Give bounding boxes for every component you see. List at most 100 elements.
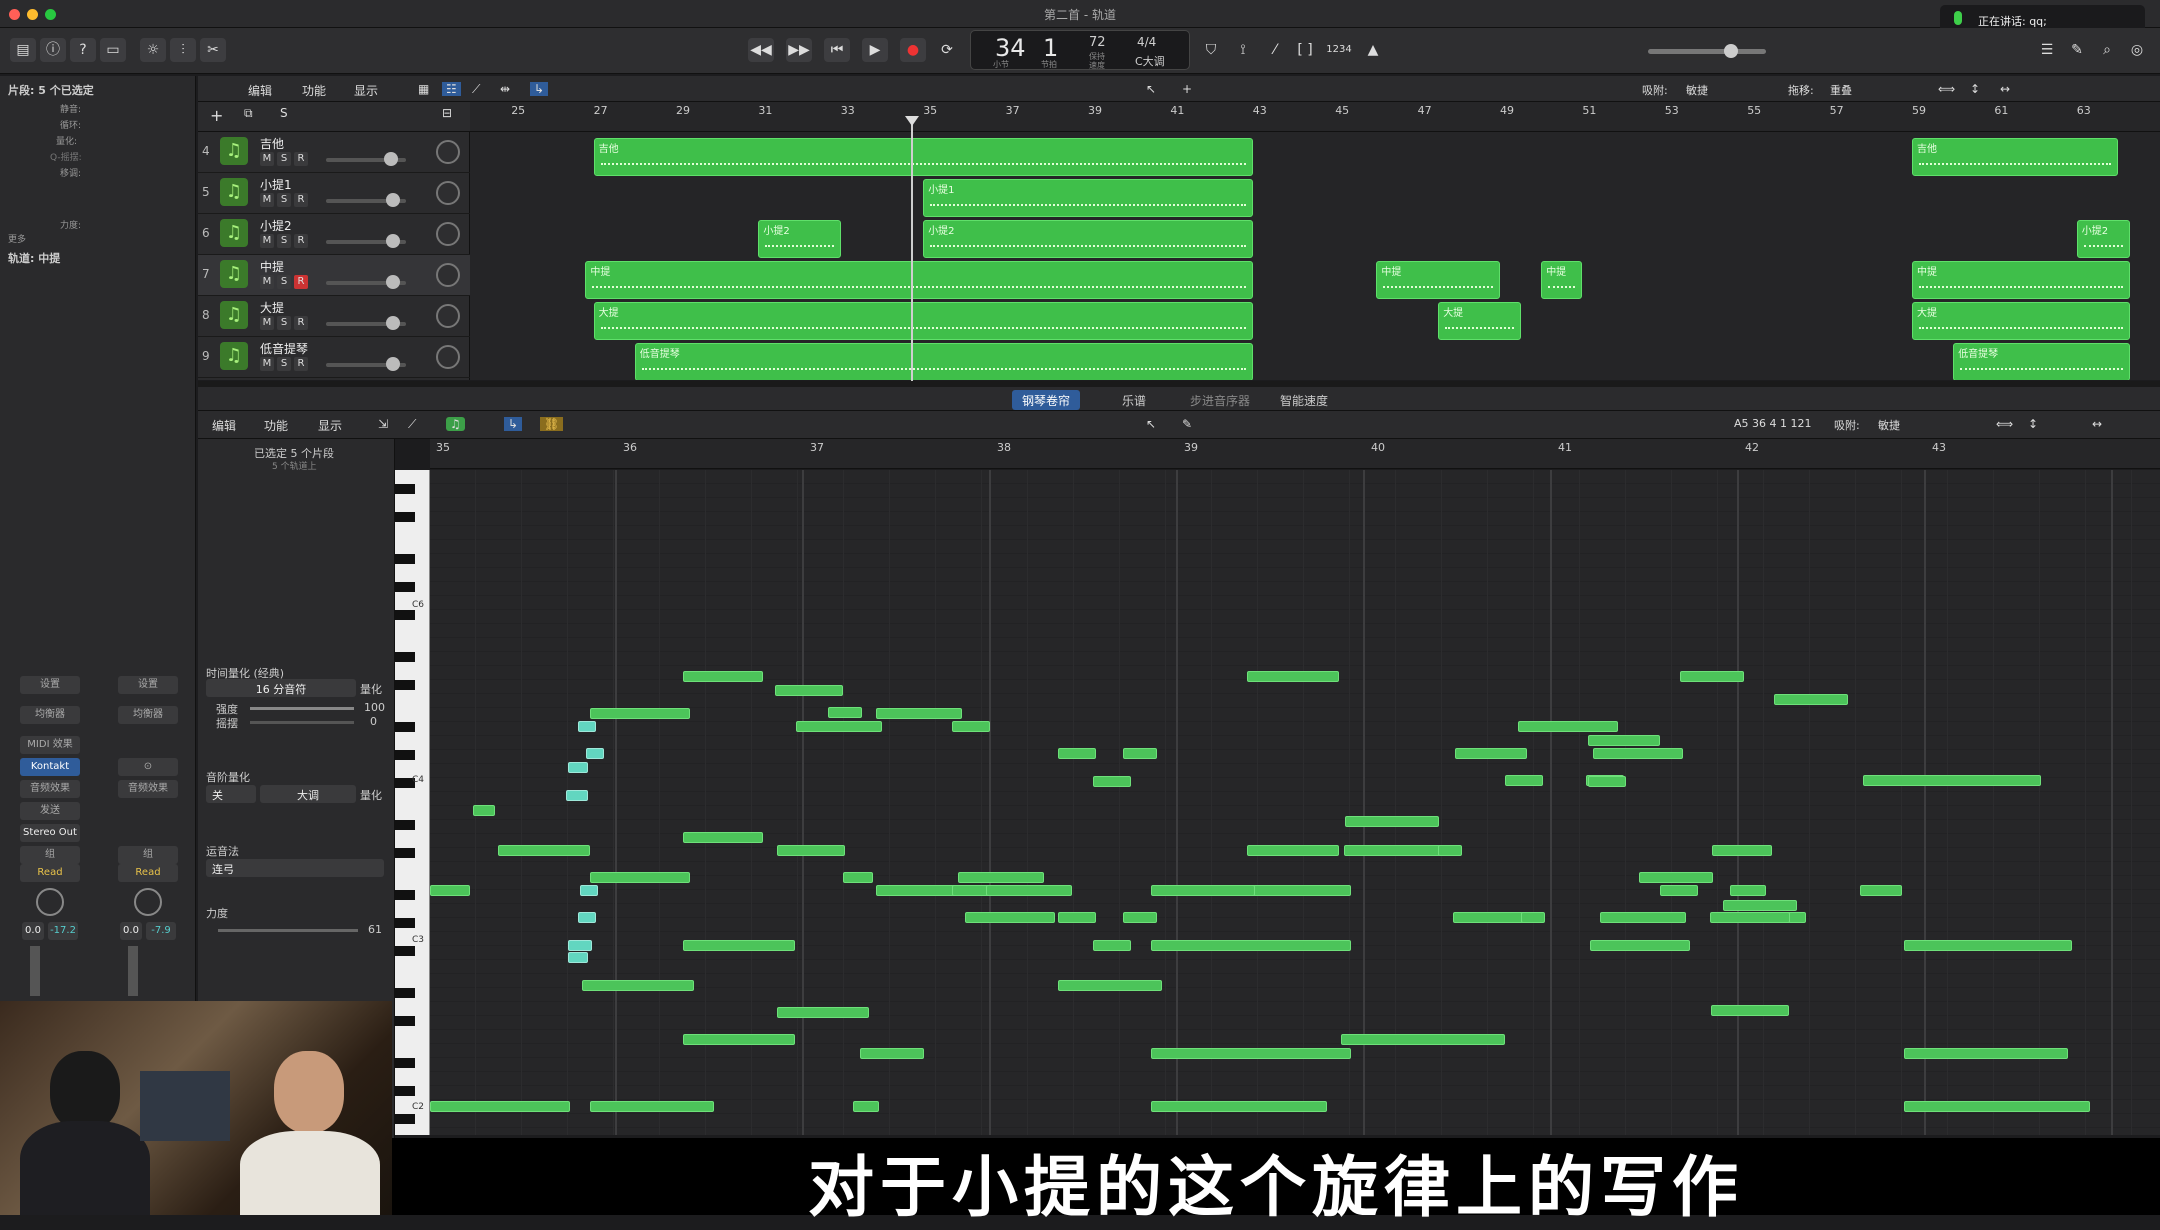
track-header-4[interactable]: 4 ♫ 吉他 M S R xyxy=(198,132,470,173)
track-pan-knob[interactable] xyxy=(436,263,460,287)
midi-note[interactable] xyxy=(958,872,1044,883)
midi-region[interactable]: 大提 xyxy=(1438,302,1521,340)
midi-note[interactable] xyxy=(1247,671,1339,682)
toolbar-icon[interactable]: ▭ xyxy=(100,38,126,62)
playhead[interactable] xyxy=(905,116,919,383)
midi-note[interactable] xyxy=(1455,748,1527,759)
midi-note[interactable] xyxy=(1904,1101,2090,1112)
track-volume-fader[interactable] xyxy=(326,234,406,248)
black-key[interactable] xyxy=(395,484,415,494)
black-key[interactable] xyxy=(395,1016,415,1026)
midi-note[interactable] xyxy=(578,721,596,732)
midi-note[interactable] xyxy=(1123,748,1157,759)
fader-knob[interactable] xyxy=(386,234,400,248)
black-key[interactable] xyxy=(395,1086,415,1096)
lcd-display[interactable]: 34 1 小节 节拍 72 保持 速度 4/4 C大调 xyxy=(970,30,1190,70)
midi-note[interactable] xyxy=(1588,776,1626,787)
midi-note[interactable] xyxy=(1247,845,1339,856)
record-enable-button[interactable]: R xyxy=(294,357,308,371)
pr-snap-value[interactable]: 敏捷 xyxy=(1878,417,1900,433)
strip2-setting[interactable]: 设置 xyxy=(118,676,178,694)
pr-fit-icon[interactable]: ⟺ xyxy=(1996,417,2013,431)
arrange-area[interactable]: 吉他 吉他 小提1 小提2 小提2 小提2 中提 中提 中提 中提 大提 大提 大提 低音提琴 低音提琴 xyxy=(470,132,2160,380)
midi-note[interactable] xyxy=(498,845,590,856)
midi-note[interactable] xyxy=(1058,980,1162,991)
midi-note[interactable] xyxy=(578,912,596,923)
midi-note[interactable] xyxy=(775,685,843,696)
scale-quantize-button[interactable]: 量化 xyxy=(360,787,382,803)
pr-midi-in-icon[interactable]: ♫ xyxy=(446,417,465,431)
midi-note[interactable] xyxy=(828,707,862,718)
black-key[interactable] xyxy=(395,554,415,564)
black-key[interactable] xyxy=(395,848,415,858)
midi-note[interactable] xyxy=(590,872,690,883)
midi-note[interactable] xyxy=(1151,1048,1351,1059)
pr-automation-icon[interactable]: ⟋ xyxy=(408,417,416,432)
tracks-edit-menu[interactable]: 编辑 xyxy=(248,82,272,99)
track-volume-fader[interactable] xyxy=(326,193,406,207)
midi-note[interactable] xyxy=(1588,735,1660,746)
strength-slider[interactable] xyxy=(250,707,354,710)
strip1-volume-fader[interactable] xyxy=(30,946,40,996)
mute-button[interactable]: M xyxy=(260,234,274,248)
midi-note[interactable] xyxy=(683,832,763,843)
track-header-8[interactable]: 8 ♫ 大提 M S R xyxy=(198,296,470,337)
track-header-5[interactable]: 5 ♫ 小提1 M S R xyxy=(198,173,470,214)
black-key[interactable] xyxy=(395,512,415,522)
midi-note[interactable] xyxy=(1438,845,1462,856)
midi-note[interactable] xyxy=(1151,1101,1327,1112)
midi-note[interactable] xyxy=(683,940,795,951)
velocity-slider[interactable] xyxy=(218,929,358,932)
midi-note[interactable] xyxy=(586,748,604,759)
midi-note[interactable] xyxy=(796,721,882,732)
track-volume-fader[interactable] xyxy=(326,152,406,166)
midi-note[interactable] xyxy=(683,671,763,682)
swing-value[interactable]: 0 xyxy=(370,715,377,728)
scale-type-select[interactable]: 大调 xyxy=(260,785,356,803)
midi-note[interactable] xyxy=(965,912,1055,923)
midi-note[interactable] xyxy=(1863,775,2041,786)
track-name[interactable]: 小提1 xyxy=(260,176,292,193)
midi-note[interactable] xyxy=(590,708,690,719)
fast-forward-button[interactable]: ▶▶ xyxy=(786,38,812,62)
tab-smart-tempo[interactable]: 智能速度 xyxy=(1270,390,1338,410)
midi-note[interactable] xyxy=(986,885,1072,896)
fader-knob[interactable] xyxy=(384,152,398,166)
strip1-midi-fx[interactable]: MIDI 效果 xyxy=(20,736,80,754)
region-inspector-header[interactable]: 片段: 5 个已选定 xyxy=(8,82,94,98)
midi-note[interactable] xyxy=(580,885,598,896)
metronome-icon[interactable]: ▲ xyxy=(1360,38,1386,62)
pr-link-icon[interactable]: ⛓ xyxy=(540,417,564,431)
strip1-setting[interactable]: 设置 xyxy=(20,676,80,694)
replace-icon[interactable]: ⛉ xyxy=(1198,38,1224,62)
lcd-tempo[interactable]: 72 xyxy=(1089,35,1106,50)
midi-region[interactable]: 吉他 xyxy=(593,138,1253,176)
pointer-tool-icon[interactable]: ↖ xyxy=(1146,82,1156,96)
time-quantize-select[interactable]: 16 分音符 xyxy=(206,679,356,697)
midi-note[interactable] xyxy=(430,1101,570,1112)
piano-roll-ruler[interactable]: 35 36 37 38 39 40 41 42 43 xyxy=(430,439,2160,469)
pr-view-menu[interactable]: 显示 xyxy=(318,417,342,434)
track-volume-fader[interactable] xyxy=(326,275,406,289)
track-pan-knob[interactable] xyxy=(436,222,460,246)
lcd-time-signature[interactable]: 4/4 xyxy=(1137,35,1156,49)
master-volume-knob[interactable] xyxy=(1724,44,1738,58)
midi-region[interactable]: 小提2 xyxy=(758,220,841,258)
strength-value[interactable]: 100 xyxy=(364,701,385,714)
solo-button[interactable]: S xyxy=(277,275,291,289)
global-solo-button[interactable]: S xyxy=(280,106,288,120)
strip1-group[interactable]: 组 xyxy=(20,846,80,864)
midi-note[interactable] xyxy=(582,980,694,991)
midi-region[interactable]: 中提 xyxy=(585,261,1253,299)
track-name[interactable]: 吉他 xyxy=(260,135,284,152)
black-key[interactable] xyxy=(395,1114,415,1124)
mixer-icon[interactable]: ⫶ xyxy=(170,38,196,62)
track-header-9[interactable]: 9 ♫ 低音提琴 M S R xyxy=(198,337,470,378)
notepad-icon[interactable]: ✎ xyxy=(2064,38,2090,62)
strip2-level-value[interactable]: -7.9 xyxy=(146,922,176,940)
strip1-send[interactable]: 发送 xyxy=(20,802,80,820)
record-enable-button[interactable]: R xyxy=(294,275,308,289)
automation-icon[interactable]: ⟋ xyxy=(472,82,480,97)
track-volume-fader[interactable] xyxy=(326,357,406,371)
midi-note[interactable] xyxy=(683,1034,795,1045)
